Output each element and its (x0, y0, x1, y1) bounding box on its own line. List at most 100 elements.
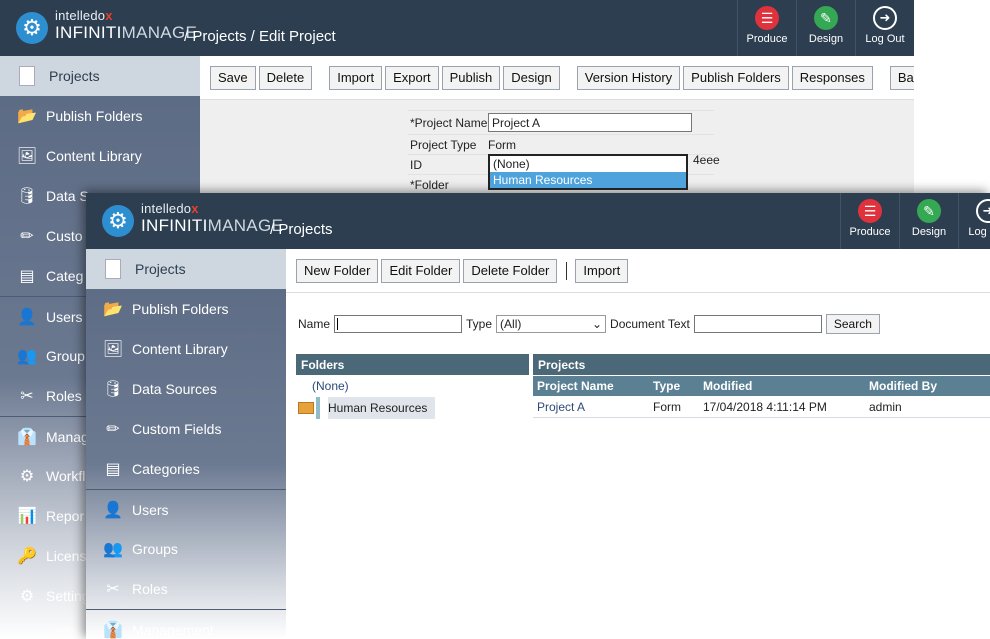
project-name-link[interactable]: Project A (533, 400, 653, 414)
type-select[interactable]: (All) ⌄ (496, 315, 607, 333)
library-icon: 🖼 (102, 341, 124, 358)
import-button[interactable]: Import (575, 258, 629, 283)
sidebar-item-categories[interactable]: ▤ Categories (86, 449, 286, 489)
folder-option-none[interactable]: (None) (490, 156, 686, 172)
responses-button[interactable]: Responses (791, 65, 873, 90)
sidebar-item-custom-fields[interactable]: ✏ Custom Fields (86, 409, 286, 449)
pen-icon: ✏ (106, 421, 120, 438)
logout-icon: ➜ (976, 199, 990, 223)
categories-icon: ▤ (105, 461, 121, 478)
categories-icon: ▤ (19, 268, 35, 285)
roles-icon: ✂ (106, 581, 120, 598)
id-label: ID (410, 157, 422, 172)
project-name-label: *Project Name (410, 115, 488, 130)
document-icon (19, 66, 35, 86)
logout-button[interactable]: ➜Log Out (855, 0, 914, 56)
workflow-icon: ⚙ (19, 468, 35, 485)
breadcrumb: / Projects / Edit Project (184, 28, 336, 45)
produce-icon: ☰ (858, 199, 882, 223)
search-bar: Name Type (All) ⌄ Document Text Search (286, 309, 990, 339)
database-icon: 🛢 (102, 381, 124, 398)
back-button[interactable]: Back (889, 65, 914, 90)
export-button[interactable]: Export (385, 65, 439, 90)
projects-header: Projects (533, 354, 990, 375)
sidebar-item-content-library[interactable]: 🖼 Content Library (86, 329, 286, 369)
manager-icon: 👔 (103, 621, 123, 639)
version-history-button[interactable]: Version History (576, 65, 681, 90)
import-button[interactable]: Import (329, 65, 383, 90)
projects-panel: Projects Project Name Type Modified Modi… (533, 354, 990, 418)
modified-cell: 17/04/2018 4:11:14 PM (703, 399, 827, 414)
brand-logo: intelledox INFINITIMANAGE (55, 8, 198, 42)
sidebar-item-groups[interactable]: 👥 Groups (86, 529, 286, 569)
settings-icon: ⚙ (19, 588, 35, 605)
edit-folder-button[interactable]: Edit Folder (381, 258, 461, 283)
app-header: ⚙ intelledox INFINITIMANAGE / Projects /… (0, 0, 914, 56)
document-text-label: Document Text (610, 317, 690, 331)
logout-icon: ➜ (873, 6, 897, 30)
column-type[interactable]: Type (653, 379, 703, 393)
folder-human-resources[interactable]: Human Resources (296, 397, 529, 419)
folder-icon: 📂 (17, 108, 37, 125)
design-button[interactable]: ✎ Design (899, 193, 958, 249)
projects-window: ⚙ intelledox INFINITIMANAGE / Projects ☰… (86, 193, 990, 639)
modified-by-cell: admin (869, 399, 902, 414)
logout-button[interactable]: ➜Log Out (958, 193, 990, 249)
sidebar-item-management[interactable]: 👔 Management (86, 609, 286, 639)
publish-folders-button[interactable]: Publish Folders (683, 65, 789, 90)
folders-header: Folders (296, 354, 529, 375)
id-value: 4eee (693, 153, 720, 167)
folder-none[interactable]: (None) (296, 375, 529, 397)
pencil-icon: ✎ (814, 6, 838, 30)
folder-dropdown[interactable]: (None) Human Resources (488, 154, 688, 190)
new-folder-button[interactable]: New Folder (296, 258, 379, 283)
document-text-input[interactable] (693, 315, 822, 333)
column-modified-by[interactable]: Modified By (869, 379, 990, 393)
design-project-button[interactable]: Design (503, 65, 560, 90)
project-type-cell: Form (653, 399, 681, 414)
sidebar-item-publish-folders[interactable]: 📂 Publish Folders (0, 96, 200, 136)
folder-open-icon (298, 402, 314, 414)
sidebar-item-publish-folders[interactable]: 📂 Publish Folders (86, 289, 286, 329)
library-icon: 🖼 (16, 148, 38, 165)
edit-toolbar: Save Delete Import Export Publish Design… (200, 56, 914, 100)
publish-button[interactable]: Publish (441, 65, 501, 90)
design-button[interactable]: ✎ Design (796, 0, 855, 56)
sidebar-item-roles[interactable]: ✂ Roles (86, 569, 286, 609)
produce-button[interactable]: ☰ Produce (737, 0, 796, 56)
projects-table-header: Project Name Type Modified Modified By (533, 376, 990, 396)
sidebar-item-projects[interactable]: Projects (0, 56, 200, 96)
sidebar-item-data-sources[interactable]: 🛢 Data Sources (86, 369, 286, 409)
column-modified[interactable]: Modified (703, 379, 869, 393)
column-project-name[interactable]: Project Name (533, 379, 653, 393)
delete-button[interactable]: Delete (258, 65, 313, 90)
sidebar-item-users[interactable]: 👤 Users (86, 489, 286, 529)
manager-icon: 👔 (17, 428, 37, 446)
user-icon: 👤 (103, 501, 123, 519)
group-icon: 👥 (103, 541, 123, 558)
key-icon: 🔑 (17, 548, 37, 565)
search-button[interactable]: Search (825, 314, 880, 334)
sidebar-item-content-library[interactable]: 🖼 Content Library (0, 136, 200, 176)
type-label: Type (466, 317, 493, 331)
save-button[interactable]: Save (210, 65, 256, 90)
sidebar-item-projects[interactable]: Projects (86, 249, 286, 289)
sidebar: Projects 📂 Publish Folders 🖼 Content Libra… (86, 249, 286, 639)
name-search-input[interactable] (334, 315, 463, 333)
pen-icon: ✏ (20, 228, 34, 245)
table-row[interactable]: Project A Form 17/04/2018 4:11:14 PM adm… (533, 396, 990, 418)
folders-panel: Folders (None) Human Resources (296, 354, 529, 419)
gear-logo-icon: ⚙ (16, 12, 48, 44)
group-icon: 👥 (17, 348, 37, 365)
folder-option-human-resources[interactable]: Human Resources (490, 172, 686, 188)
database-icon: 🛢 (16, 188, 38, 205)
project-type-label: Project Type (410, 137, 477, 152)
folder-label: *Folder (410, 177, 449, 192)
project-name-input[interactable]: Project A (488, 113, 692, 132)
project-form: *Project Name Project A Project Type For… (408, 110, 720, 194)
toolbar-divider (566, 261, 568, 280)
gear-logo-icon: ⚙ (102, 205, 134, 237)
produce-button[interactable]: ☰ Produce (840, 193, 899, 249)
delete-folder-button[interactable]: Delete Folder (463, 258, 558, 283)
reports-icon: 📊 (17, 508, 37, 525)
